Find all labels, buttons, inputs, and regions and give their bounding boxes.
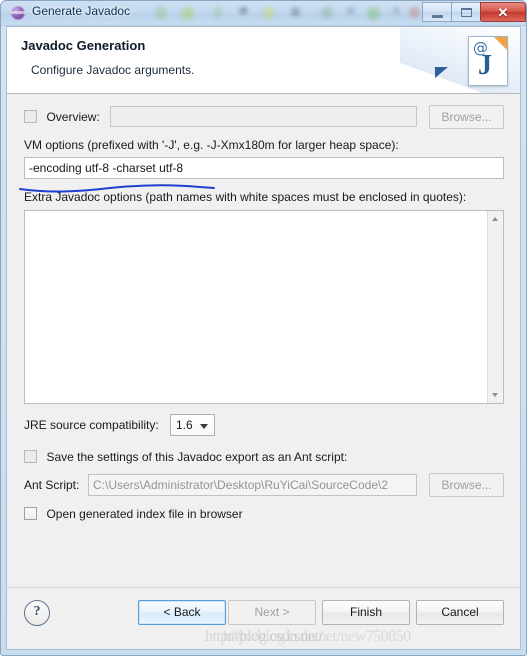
maximize-icon [461, 8, 472, 17]
screenshot-root: Generate Javadoc ✕ @ J Javadoc Generatio… [0, 0, 527, 656]
finish-button[interactable]: Finish [322, 600, 410, 625]
generate-javadoc-dialog: Generate Javadoc ✕ @ J Javadoc Generatio… [0, 0, 527, 656]
extra-options-textarea[interactable] [24, 210, 504, 404]
chevron-down-icon [200, 424, 208, 429]
overview-browse-button[interactable]: Browse... [429, 105, 504, 129]
minimize-icon [432, 15, 443, 18]
open-index-label: Open generated index file in browser [46, 507, 243, 521]
title-bar[interactable]: Generate Javadoc ✕ [1, 1, 526, 26]
save-ant-script-checkbox-group[interactable]: Save the settings of this Javadoc export… [24, 448, 347, 466]
background-toolbar-blur [151, 3, 421, 23]
overview-checkbox[interactable] [24, 110, 37, 123]
extra-options-label: Extra Javadoc options (path names with w… [24, 190, 467, 204]
overview-checkbox-group[interactable]: Overview: [24, 108, 100, 126]
back-button[interactable]: < Back [138, 600, 226, 625]
open-index-checkbox[interactable] [24, 507, 37, 520]
vm-options-input[interactable]: -encoding utf-8 -charset utf-8 [24, 157, 504, 179]
save-ant-script-checkbox[interactable] [24, 450, 37, 463]
ant-script-input[interactable]: C:\Users\Administrator\Desktop\RuYiCai\S… [88, 474, 417, 496]
page-fold-icon [494, 37, 507, 50]
next-button[interactable]: Next > [228, 600, 316, 625]
maximize-button[interactable] [451, 2, 481, 22]
overview-input[interactable] [110, 106, 417, 127]
jre-compatibility-value: 1.6 [176, 418, 193, 432]
overview-label: Overview: [46, 110, 100, 124]
window-title: Generate Javadoc [32, 4, 131, 18]
scroll-up-arrow-icon[interactable] [488, 211, 503, 227]
close-icon: ✕ [497, 5, 509, 20]
javadoc-document-icon: @ J [468, 36, 508, 86]
minimize-button[interactable] [422, 2, 452, 22]
cancel-button[interactable]: Cancel [416, 600, 504, 625]
extra-options-scrollbar[interactable] [487, 211, 503, 403]
java-letter-icon: J [478, 50, 492, 81]
dialog-body: @ J Javadoc Generation Configure Javadoc… [6, 26, 521, 650]
close-button[interactable]: ✕ [480, 2, 526, 22]
ant-script-browse-button[interactable]: Browse... [429, 473, 504, 497]
window-controls: ✕ [422, 2, 526, 22]
eclipse-globe-icon [11, 6, 25, 20]
page-title: Javadoc Generation [21, 38, 146, 53]
form-content: Overview: Browse... VM options (prefixed… [7, 94, 520, 590]
dialog-button-bar: ? < Back Next > Finish Cancel [7, 587, 520, 649]
ant-script-label: Ant Script: [24, 478, 80, 492]
scroll-down-arrow-icon[interactable] [488, 387, 503, 403]
vm-options-label: VM options (prefixed with '-J', e.g. -J-… [24, 138, 399, 152]
header-triangle-icon [435, 67, 448, 78]
jre-compatibility-select[interactable]: 1.6 [170, 414, 215, 436]
wizard-header: @ J Javadoc Generation Configure Javadoc… [7, 27, 520, 94]
open-index-checkbox-group[interactable]: Open generated index file in browser [24, 505, 243, 523]
save-ant-script-label: Save the settings of this Javadoc export… [46, 450, 348, 464]
jre-compatibility-label: JRE source compatibility: [24, 418, 159, 432]
help-button[interactable]: ? [24, 600, 50, 626]
page-subtitle: Configure Javadoc arguments. [31, 63, 195, 77]
